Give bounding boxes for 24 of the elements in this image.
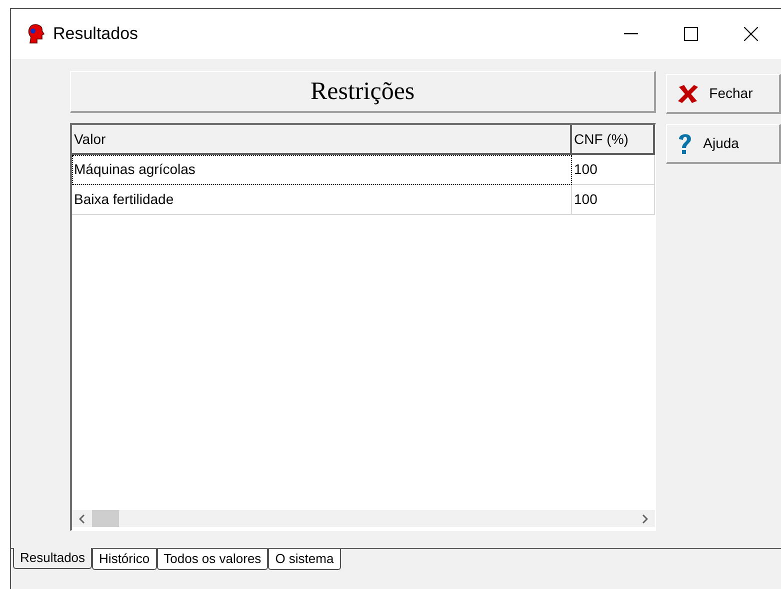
close-dialog-button[interactable]: Fechar (666, 74, 781, 114)
tab[interactable]: Resultados (13, 548, 92, 569)
close-icon (744, 27, 758, 41)
scroll-right-icon[interactable] (642, 514, 648, 524)
table-cell: Baixa fertilidade (72, 185, 572, 215)
scroll-left-icon[interactable] (79, 514, 85, 524)
table-cell: Máquinas agrícolas (72, 155, 572, 185)
table-cell: 100 (572, 185, 656, 215)
minimize-icon (624, 33, 638, 35)
tab[interactable]: Todos os valores (156, 549, 268, 570)
question-mark-icon (677, 132, 694, 156)
tab[interactable]: O sistema (268, 549, 341, 570)
help-button[interactable]: Ajuda (666, 124, 781, 164)
scrollbar-thumb[interactable] (92, 510, 119, 527)
panel-title: Restrições (70, 71, 656, 113)
column-header[interactable]: Valor (72, 125, 572, 155)
window-title: Resultados (53, 23, 138, 46)
column-header[interactable]: CNF (%) (572, 125, 656, 155)
app-icon (27, 24, 45, 44)
horizontal-scrollbar[interactable] (72, 510, 656, 527)
table-cell: 100 (572, 155, 656, 185)
maximize-icon (684, 27, 698, 41)
tab[interactable]: Histórico (92, 549, 157, 570)
cross-icon (677, 84, 700, 104)
